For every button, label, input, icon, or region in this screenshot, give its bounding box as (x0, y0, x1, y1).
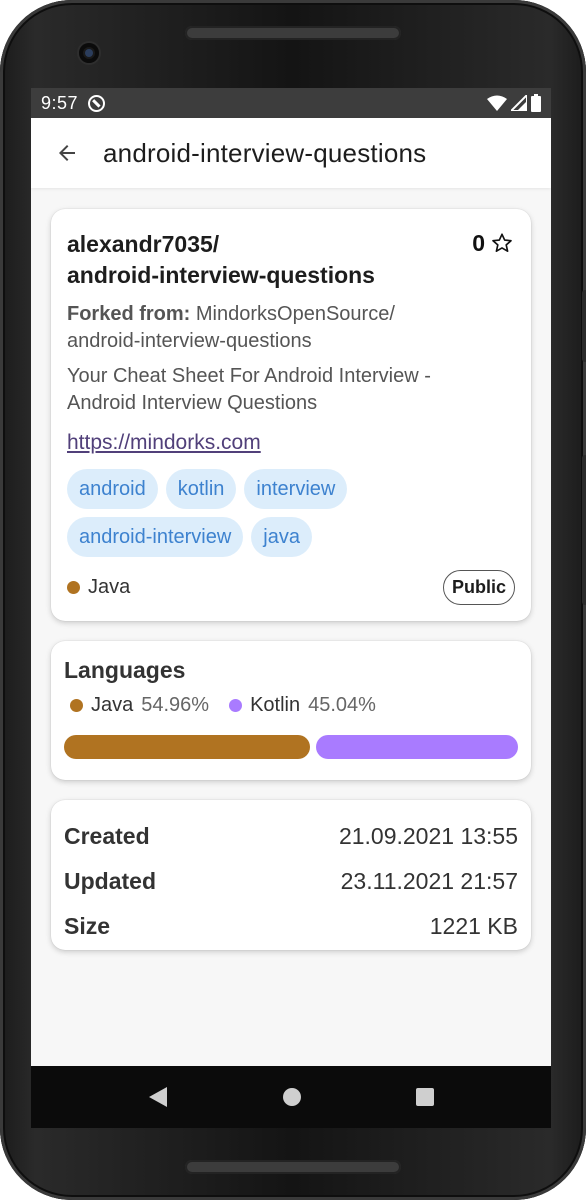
system-navigation-bar (31, 1066, 551, 1128)
size-label: Size (64, 913, 111, 939)
language-bar-java (64, 735, 310, 759)
topic-chip-interview[interactable]: interview (244, 469, 348, 509)
language-color-dot (67, 581, 80, 594)
screen: 9:57 android-interview-questions alexand… (31, 88, 551, 1128)
primary-language-label: Java (88, 576, 131, 598)
status-bar: 9:57 (31, 88, 551, 118)
info-row-created: Created 21.09.2021 13:55 (64, 814, 518, 859)
app-bar: android-interview-questions (31, 118, 551, 188)
star-outline-icon (492, 233, 512, 252)
size-value: 1221 KB (429, 913, 518, 939)
stars-value: 0 (472, 229, 485, 256)
language-percent-kotlin: 45.04% (308, 694, 376, 716)
earpiece-speaker (185, 26, 401, 40)
updated-label: Updated (64, 868, 156, 894)
java-color-dot (70, 699, 83, 712)
status-time: 9:57 (41, 92, 79, 113)
battery-icon (531, 94, 541, 112)
page-title: android-interview-questions (103, 137, 427, 168)
topic-chip-android-interview[interactable]: android-interview (67, 517, 244, 557)
phone-frame: 9:57 android-interview-questions alexand… (0, 0, 586, 1200)
visibility-badge: Public (442, 570, 515, 605)
info-card: Created 21.09.2021 13:55 Updated 23.11.2… (51, 800, 531, 950)
updated-value: 23.11.2021 21:57 (340, 868, 518, 894)
description-line1: Your Cheat Sheet For Android Interview - (67, 365, 431, 387)
bottom-speaker (185, 1160, 401, 1174)
primary-language: Java (67, 576, 130, 599)
language-name-java: Java (91, 694, 134, 716)
do-not-disturb-icon (88, 94, 106, 112)
topics-list: android kotlin interview android-intervi… (67, 469, 527, 557)
created-value: 21.09.2021 13:55 (338, 823, 518, 849)
languages-legend: Java 54.96% Kotlin 45.04% (70, 694, 518, 717)
repo-owner: alexandr7035/ (67, 231, 220, 257)
repo-footer: Java Public (67, 570, 515, 605)
repo-card: alexandr7035/ android-interview-question… (51, 209, 531, 621)
back-button[interactable] (31, 118, 103, 188)
language-bar-kotlin (316, 735, 518, 759)
signal-icon (511, 95, 527, 111)
nav-recents-icon[interactable] (415, 1087, 435, 1107)
forked-value-line2: android-interview-questions (67, 330, 312, 352)
power-button (582, 290, 586, 362)
status-icons (487, 94, 541, 112)
homepage-link[interactable]: https://mindorks.com (67, 431, 261, 455)
volume-button (582, 455, 586, 605)
info-row-size: Size 1221 KB (64, 904, 518, 949)
language-percent-java: 54.96% (141, 694, 210, 716)
wifi-icon (487, 95, 507, 111)
languages-bar (64, 735, 518, 759)
language-name-kotlin: Kotlin (250, 694, 301, 716)
info-row-updated: Updated 23.11.2021 21:57 (64, 859, 518, 904)
forked-value-line1: MindorksOpenSource/ (190, 303, 395, 325)
stars-count: 0 (472, 229, 513, 257)
languages-card: Languages Java 54.96% Kotlin 45.04% (51, 641, 531, 780)
topic-chip-kotlin[interactable]: kotlin (165, 469, 237, 509)
repo-header: alexandr7035/ android-interview-question… (67, 229, 515, 291)
topic-chip-java[interactable]: java (251, 517, 312, 557)
topic-chip-android[interactable]: android (67, 469, 158, 509)
kotlin-color-dot (229, 699, 243, 712)
nav-home-icon[interactable] (282, 1087, 302, 1107)
repo-description: Your Cheat Sheet For Android Interview -… (67, 363, 515, 417)
front-camera (79, 43, 99, 63)
created-label: Created (64, 823, 150, 849)
forked-from: Forked from: MindorksOpenSource/ android… (67, 301, 515, 355)
repo-name: android-interview-questions (67, 262, 375, 288)
nav-back-icon[interactable] (147, 1086, 169, 1108)
repo-full-name: alexandr7035/ android-interview-question… (67, 229, 447, 291)
description-line2: Android Interview Questions (67, 392, 318, 414)
languages-title: Languages (64, 657, 186, 683)
forked-label: Forked from: (67, 303, 191, 325)
arrow-back-icon (59, 145, 75, 161)
